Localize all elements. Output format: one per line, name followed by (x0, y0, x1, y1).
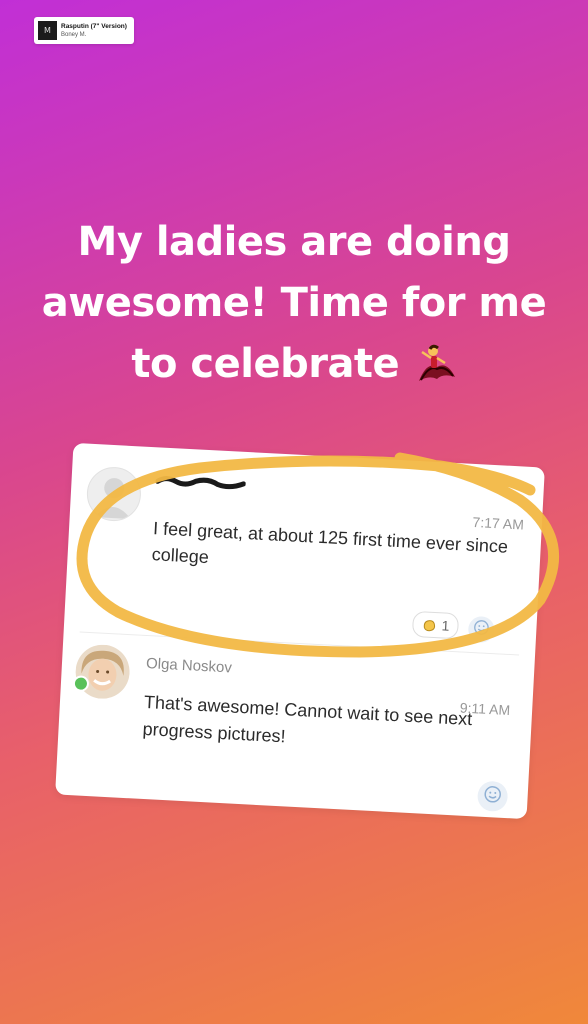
add-reaction-button[interactable] (467, 615, 495, 644)
dancer-emoji (413, 340, 457, 381)
reaction-count: 1 (441, 617, 450, 634)
song-artist: Boney M. (61, 31, 87, 38)
message-time-1: 7:17 AM (472, 513, 525, 533)
song-title: Rasputin (7" Version) (61, 22, 127, 30)
message-text-1: I feel great, at about 125 first time ev… (151, 518, 509, 568)
album-art: M (38, 21, 57, 40)
chat-card: 7:17 AM I feel great, at about 125 first… (55, 442, 545, 820)
smile-icon (473, 619, 490, 641)
clap-icon (421, 617, 438, 632)
caption-line-2: awesome! Time for me (41, 280, 547, 326)
redacted-sender-name (155, 473, 246, 492)
story-caption: My ladies are doing awesome! Time for me… (20, 212, 568, 395)
sender-name-2: Olga Noskov (145, 655, 233, 677)
avatar-olga[interactable] (74, 643, 131, 701)
music-sticker[interactable]: M Rasputin (7" Version) Boney M. (34, 17, 134, 44)
song-info: Rasputin (7" Version) Boney M. (61, 22, 127, 40)
album-art-glyph: M (44, 26, 51, 35)
caption-line-1: My ladies are doing (77, 219, 511, 265)
message-text-2: That's awesome! Cannot wait to see next … (142, 691, 473, 747)
caption-line-3-text: to celebrate (131, 341, 400, 387)
reaction-pill[interactable]: 1 (411, 610, 460, 640)
add-reaction-button-2[interactable] (476, 780, 509, 813)
smile-icon (483, 784, 502, 808)
caption-line-3: to celebrate (20, 334, 568, 395)
avatar-placeholder (85, 465, 143, 523)
